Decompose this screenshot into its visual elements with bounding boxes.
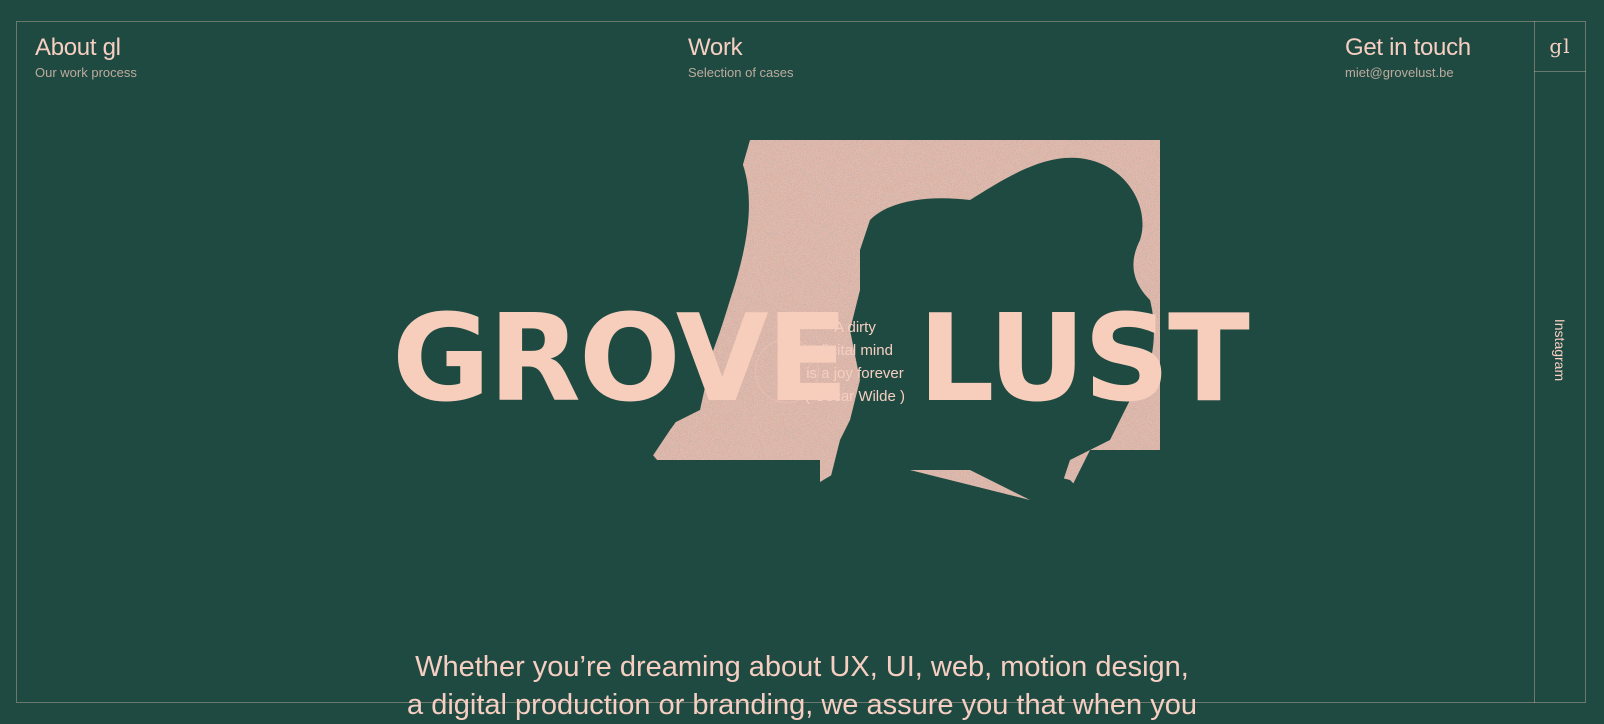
instagram-link[interactable]: Instagram (1552, 319, 1568, 381)
quote-line-4: ( Oscar Wilde ) (804, 388, 905, 405)
nav-about[interactable]: About gl Our work process (35, 34, 137, 82)
hero-quote: A dirty digital mind is a joy forever ( … (795, 316, 915, 408)
nav-about-title: About gl (35, 34, 121, 61)
logo-link[interactable]: gl (1534, 21, 1586, 72)
nav-work-title: Work (688, 34, 743, 61)
quote-line-2: digital mind (817, 342, 893, 359)
hero-word-lust: LUST (918, 290, 1250, 429)
quote-line-3: is a joy forever (806, 365, 904, 382)
tagline-line-2: a digital production or branding, we ass… (407, 689, 1197, 721)
tagline-line-1: Whether you’re dreaming about UX, UI, we… (415, 651, 1189, 683)
nav-work[interactable]: Work Selection of cases (688, 34, 794, 82)
nav-contact[interactable]: Get in touch miet@grovelust.be (1345, 34, 1471, 82)
quote-line-1: A dirty (834, 319, 876, 336)
nav-work-subtitle: Selection of cases (688, 65, 794, 80)
nav-about-subtitle: Our work process (35, 65, 137, 80)
nav-contact-email[interactable]: miet@grovelust.be (1345, 64, 1471, 82)
nav-contact-title: Get in touch (1345, 34, 1471, 61)
intro-tagline: Whether you’re dreaming about UX, UI, we… (350, 648, 1254, 724)
